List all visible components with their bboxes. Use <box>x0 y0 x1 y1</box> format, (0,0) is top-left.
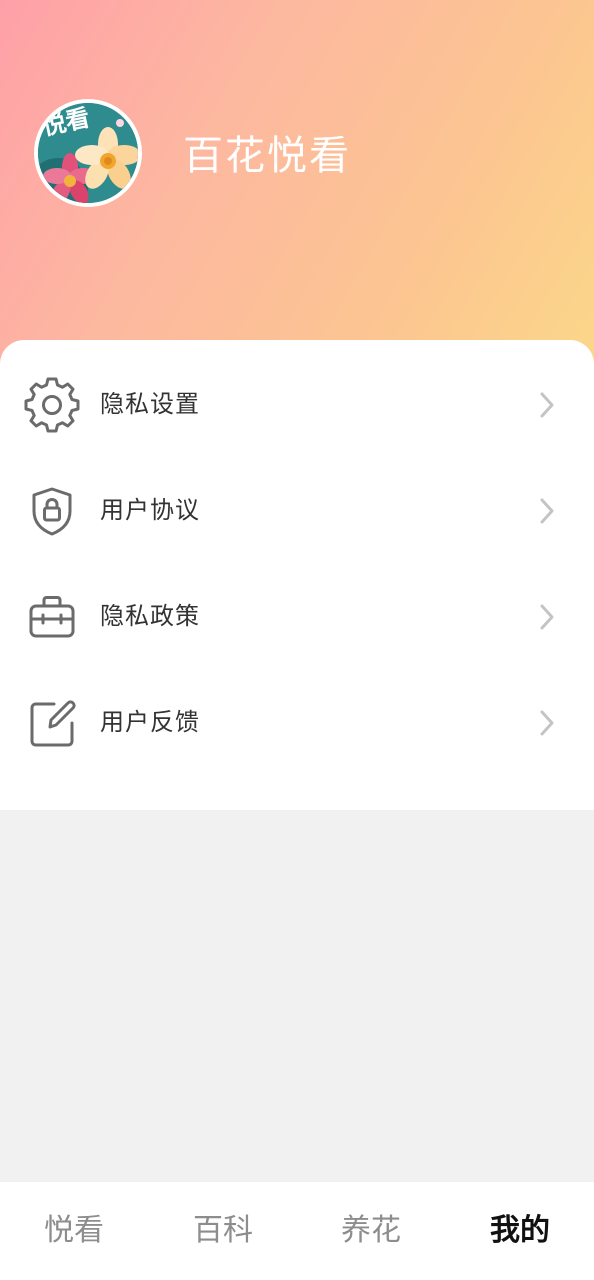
tab-baike[interactable]: 百科 <box>149 1210 297 1252</box>
flower-avatar-image: 悦看 <box>38 103 138 203</box>
gear-icon <box>24 377 80 433</box>
tab-yanghua[interactable]: 养花 <box>297 1210 445 1252</box>
briefcase-icon <box>29 596 75 638</box>
chevron-right-icon <box>540 498 554 524</box>
app-name: 百花悦看 <box>183 133 351 179</box>
avatar[interactable]: 悦看 <box>34 99 142 207</box>
tab-yuekan[interactable]: 悦看 <box>0 1210 148 1252</box>
bottom-tab-bar: 悦看 百科 养花 我的 <box>0 1182 594 1280</box>
profile-page: 悦看 百花悦看 隐私设置 用户协议 隐私政策 用户反馈 悦看 百科 养花 我的 <box>0 0 594 1280</box>
edit-icon <box>30 700 76 747</box>
menu-item-label: 用户协议 <box>100 496 200 524</box>
menu-item-privacy-settings[interactable]: 隐私设置 <box>0 352 594 458</box>
chevron-right-icon <box>540 604 554 630</box>
menu-item-user-agreement[interactable]: 用户协议 <box>0 458 594 564</box>
menu-item-user-feedback[interactable]: 用户反馈 <box>0 670 594 776</box>
menu-item-label: 用户反馈 <box>100 708 200 736</box>
menu-item-label: 隐私设置 <box>100 390 200 418</box>
menu-card: 隐私设置 用户协议 隐私政策 用户反馈 <box>0 340 594 810</box>
shield-lock-icon <box>32 487 72 536</box>
profile-header: 悦看 百花悦看 <box>0 0 594 380</box>
chevron-right-icon <box>540 392 554 418</box>
chevron-right-icon <box>540 710 554 736</box>
menu-item-label: 隐私政策 <box>100 602 200 630</box>
tab-mine[interactable]: 我的 <box>446 1210 594 1252</box>
menu-item-privacy-policy[interactable]: 隐私政策 <box>0 564 594 670</box>
